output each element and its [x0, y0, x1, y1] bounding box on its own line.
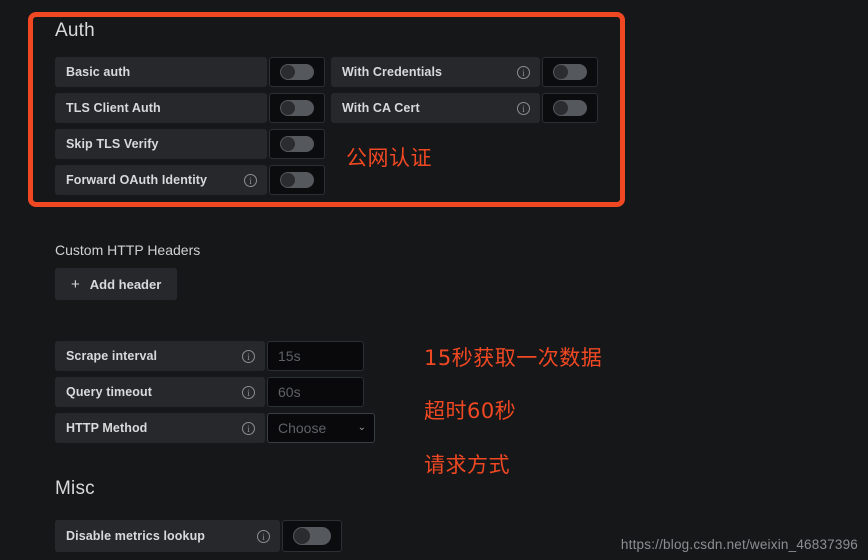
annotation-note-scrape-interval: 15秒获取一次数据 [424, 346, 603, 370]
auth-row-with-credentials-label-text: With Credentials [342, 65, 443, 79]
with-ca-cert-toggle[interactable] [542, 93, 598, 123]
scrape-interval-value: 15s [278, 348, 301, 364]
settings-row-http-method-label-text: HTTP Method [66, 421, 148, 435]
custom-http-headers-title: Custom HTTP Headers [55, 242, 201, 258]
tls-client-auth-toggle[interactable] [269, 93, 325, 123]
auth-row-with-ca-cert: With CA Cert i [331, 93, 598, 123]
info-icon[interactable]: i [244, 173, 257, 187]
annotation-note-auth: 公网认证 [346, 146, 432, 170]
settings-row-scrape-interval-label-text: Scrape interval [66, 349, 158, 363]
forward-oauth-identity-toggle[interactable] [269, 165, 325, 195]
misc-row-disable-metrics-lookup: Disable metrics lookup i [55, 520, 342, 552]
auth-row-basic-auth-label: Basic auth [55, 57, 267, 87]
auth-row-basic-auth-label-text: Basic auth [66, 65, 131, 79]
misc-row-disable-metrics-lookup-label-text: Disable metrics lookup [66, 529, 206, 543]
auth-row-with-credentials-label: With Credentials i [331, 57, 540, 87]
auth-row-tls-client-auth-label: TLS Client Auth [55, 93, 267, 123]
forward-oauth-identity-toggle-track [280, 172, 314, 188]
info-icon[interactable]: i [517, 101, 530, 115]
auth-row-with-ca-cert-label-text: With CA Cert [342, 101, 420, 115]
misc-row-disable-metrics-lookup-label: Disable metrics lookup i [55, 520, 280, 552]
settings-row-http-method: HTTP Method i Choose ⌄ [55, 413, 375, 443]
with-credentials-toggle-track [553, 64, 587, 80]
watermark-url: https://blog.csdn.net/weixin_46837396 [620, 537, 858, 552]
info-icon[interactable]: i [242, 385, 255, 399]
auth-row-forward-oauth-identity-label: Forward OAuth Identity i [55, 165, 267, 195]
auth-row-with-credentials: With Credentials i [331, 57, 598, 87]
auth-row-forward-oauth-identity: Forward OAuth Identity i [55, 165, 325, 195]
annotation-note-query-timeout: 超时60秒 [424, 399, 517, 423]
auth-row-tls-client-auth: TLS Client Auth [55, 93, 325, 123]
disable-metrics-lookup-toggle[interactable] [282, 520, 342, 552]
settings-row-query-timeout-label-text: Query timeout [66, 385, 153, 399]
add-header-button[interactable]: + Add header [55, 268, 178, 300]
auth-row-tls-client-auth-label-text: TLS Client Auth [66, 101, 161, 115]
basic-auth-toggle[interactable] [269, 57, 325, 87]
http-method-select[interactable]: Choose ⌄ [267, 413, 375, 443]
add-header-button-label: Add header [89, 276, 162, 292]
auth-row-with-ca-cert-label: With CA Cert i [331, 93, 540, 123]
auth-row-skip-tls-verify-label: Skip TLS Verify [55, 129, 267, 159]
plus-icon: + [71, 275, 80, 293]
info-icon[interactable]: i [242, 421, 255, 435]
settings-row-http-method-label: HTTP Method i [55, 413, 265, 443]
auth-row-forward-oauth-identity-label-text: Forward OAuth Identity [66, 173, 208, 187]
auth-row-basic-auth: Basic auth [55, 57, 325, 87]
query-timeout-input[interactable]: 60s [267, 377, 364, 407]
http-method-select-value: Choose [278, 420, 327, 436]
misc-section-title: Misc [55, 478, 95, 499]
with-credentials-toggle[interactable] [542, 57, 598, 87]
auth-section-title: Auth [55, 20, 95, 41]
chevron-down-icon: ⌄ [357, 422, 366, 433]
skip-tls-verify-toggle[interactable] [269, 129, 325, 159]
auth-row-skip-tls-verify: Skip TLS Verify [55, 129, 325, 159]
info-icon[interactable]: i [257, 529, 270, 543]
settings-row-scrape-interval: Scrape interval i 15s [55, 341, 364, 371]
settings-row-query-timeout: Query timeout i 60s [55, 377, 364, 407]
info-icon[interactable]: i [517, 65, 530, 79]
skip-tls-verify-toggle-track [280, 136, 314, 152]
settings-row-scrape-interval-label: Scrape interval i [55, 341, 265, 371]
basic-auth-toggle-track [280, 64, 314, 80]
scrape-interval-input[interactable]: 15s [267, 341, 364, 371]
auth-row-skip-tls-verify-label-text: Skip TLS Verify [66, 137, 159, 151]
annotation-note-http-method: 请求方式 [424, 453, 510, 477]
query-timeout-value: 60s [278, 384, 301, 400]
datasource-settings-page: Auth Basic auth TLS Client Auth Skip TLS… [0, 0, 868, 560]
disable-metrics-lookup-toggle-track [293, 527, 331, 545]
with-ca-cert-toggle-track [553, 100, 587, 116]
info-icon[interactable]: i [242, 349, 255, 363]
tls-client-auth-toggle-track [280, 100, 314, 116]
settings-row-query-timeout-label: Query timeout i [55, 377, 265, 407]
